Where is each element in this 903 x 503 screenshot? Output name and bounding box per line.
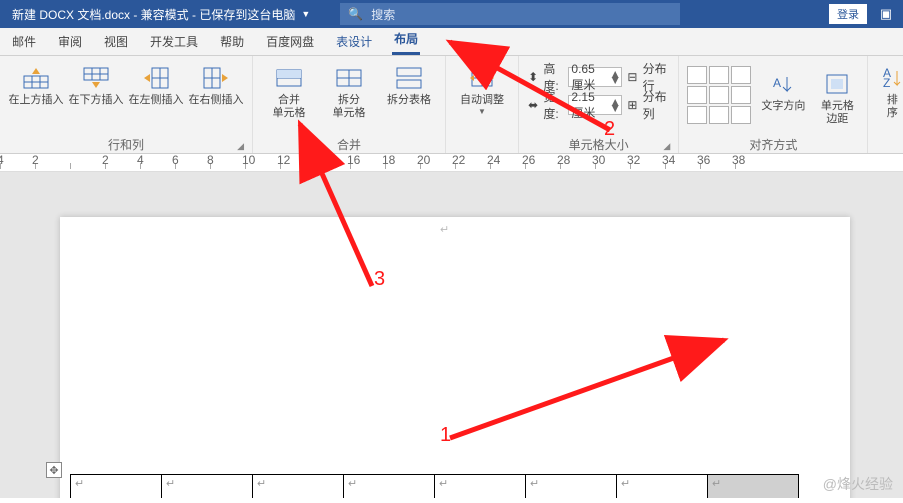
group-align-label: 对齐方式 [749,136,797,153]
group-rows-cols: 在上方插入 在下方插入 在左侧插入 在右侧插入 行和列 ◢ [0,56,253,153]
group-merge: 合并 单元格 拆分 单元格 拆分表格 合并 [253,56,446,153]
insert-above-label: 在上方插入 [9,94,64,107]
width-label: 宽度: [543,88,564,122]
document-area: ↵ ✥ ↵↵↵↵↵↵↵↵ ↵↵↵↵↵↵↵↵ ↵↵↵↵↵↵↵↵ ↵↵↵↵↵↵↵↵ … [0,172,903,498]
cell-size-launcher-icon[interactable]: ◢ [663,141,670,152]
insert-left-label: 在左侧插入 [129,94,184,107]
row-height-icon: ⬍ [527,69,539,85]
cell-margins-label: 单元格 边距 [821,100,854,126]
tab-help[interactable]: 帮助 [218,28,246,55]
group-cell-size-label: 单元格大小 [569,136,629,153]
ribbon-tabs: 邮件 审阅 视图 开发工具 帮助 百度网盘 表设计 布局 [0,28,903,56]
merge-cells-label: 合并 单元格 [273,94,306,120]
insert-above-button[interactable]: 在上方插入 [8,60,64,107]
split-table-button[interactable]: 拆分表格 [381,60,437,107]
sort-icon: AZ [876,64,903,92]
col-width-icon: ⬌ [527,97,539,113]
cell-margins-icon [821,70,853,98]
ribbon: 在上方插入 在下方插入 在左侧插入 在右侧插入 行和列 ◢ 合并 单元格 [0,56,903,154]
sort-label: 排 序 [887,94,898,120]
text-direction-label: 文字方向 [761,100,805,113]
width-input[interactable]: 2.15 厘米▲▼ [568,95,622,115]
merge-cells-icon [273,64,305,92]
cell-margins-button[interactable]: 单元格 边距 [815,66,859,126]
insert-below-icon [80,64,112,92]
tab-view[interactable]: 视图 [102,28,130,55]
insert-above-icon [20,64,52,92]
insert-below-button[interactable]: 在下方插入 [68,60,124,107]
alignment-grid[interactable] [687,66,751,124]
title-dropdown-icon[interactable]: ▼ [301,9,310,19]
group-sort: AZ 排 序 [868,56,903,153]
insert-right-icon [200,64,232,92]
group-cell-size: ⬍ 高度: 0.65 厘米▲▼ ⊟ 分布行 ⬌ 宽度: 2.15 厘米▲▼ ⊞ … [519,56,679,153]
group-align: A 文字方向 单元格 边距 对齐方式 [679,56,868,153]
split-cells-label: 拆分 单元格 [333,94,366,120]
ribbon-options-icon[interactable]: ▣ [875,6,897,22]
autofit-button[interactable]: 自动调整 ▼ [454,60,510,116]
svg-text:A: A [773,76,781,90]
table-move-handle[interactable]: ✥ [46,462,62,478]
split-cells-icon [333,64,365,92]
table-row: ↵↵↵↵↵↵↵↵ [71,475,799,499]
merge-cells-button[interactable]: 合并 单元格 [261,60,317,120]
width-value: 2.15 厘米 [571,90,609,121]
insert-right-button[interactable]: 在右侧插入 [188,60,244,107]
split-table-label: 拆分表格 [387,94,431,107]
autofit-icon [466,64,498,92]
document-table[interactable]: ↵↵↵↵↵↵↵↵ ↵↵↵↵↵↵↵↵ ↵↵↵↵↵↵↵↵ ↵↵↵↵↵↵↵↵ [70,474,799,498]
split-cells-button[interactable]: 拆分 单元格 [321,60,377,120]
autofit-label: 自动调整 [460,94,504,107]
dist-cols-icon: ⊞ [626,97,638,113]
group-autofit: 自动调整 ▼ [446,56,519,153]
tab-mail[interactable]: 邮件 [10,28,38,55]
svg-text:Z: Z [883,76,890,89]
group-rows-cols-label: 行和列 [108,136,144,153]
insert-left-button[interactable]: 在左侧插入 [128,60,184,107]
login-button[interactable]: 登录 [829,4,867,24]
text-direction-icon: A [767,70,799,98]
dist-cols-button[interactable]: 分布列 [643,88,671,122]
tab-table-design[interactable]: 表设计 [334,28,374,55]
tab-dev[interactable]: 开发工具 [148,28,200,55]
group-merge-label: 合并 [337,136,361,153]
tab-baidu[interactable]: 百度网盘 [264,28,316,55]
title-bar: 新建 DOCX 文档.docx - 兼容模式 - 已保存到这台电脑 ▼ 🔍 搜索… [0,0,903,28]
search-icon: 🔍 [348,7,363,21]
rows-cols-launcher-icon[interactable]: ◢ [237,141,244,152]
text-direction-button[interactable]: A 文字方向 [761,66,805,113]
horizontal-ruler[interactable]: 422468101214161820222426283032343638 [0,154,903,172]
sort-button[interactable]: AZ 排 序 [876,60,903,120]
tab-review[interactable]: 审阅 [56,28,84,55]
split-table-icon [393,64,425,92]
document-title: 新建 DOCX 文档.docx - 兼容模式 - 已保存到这台电脑 [6,6,295,23]
dist-rows-icon: ⊟ [626,69,638,85]
insert-right-label: 在右侧插入 [189,94,244,107]
paragraph-mark: ↵ [440,223,449,236]
insert-left-icon [140,64,172,92]
search-placeholder: 搜索 [371,6,395,23]
tab-layout[interactable]: 布局 [392,25,420,55]
page: ↵ [60,217,850,498]
height-input[interactable]: 0.65 厘米▲▼ [568,67,622,87]
height-value: 0.65 厘米 [571,62,609,93]
insert-below-label: 在下方插入 [69,94,124,107]
search-box[interactable]: 🔍 搜索 [340,3,680,25]
